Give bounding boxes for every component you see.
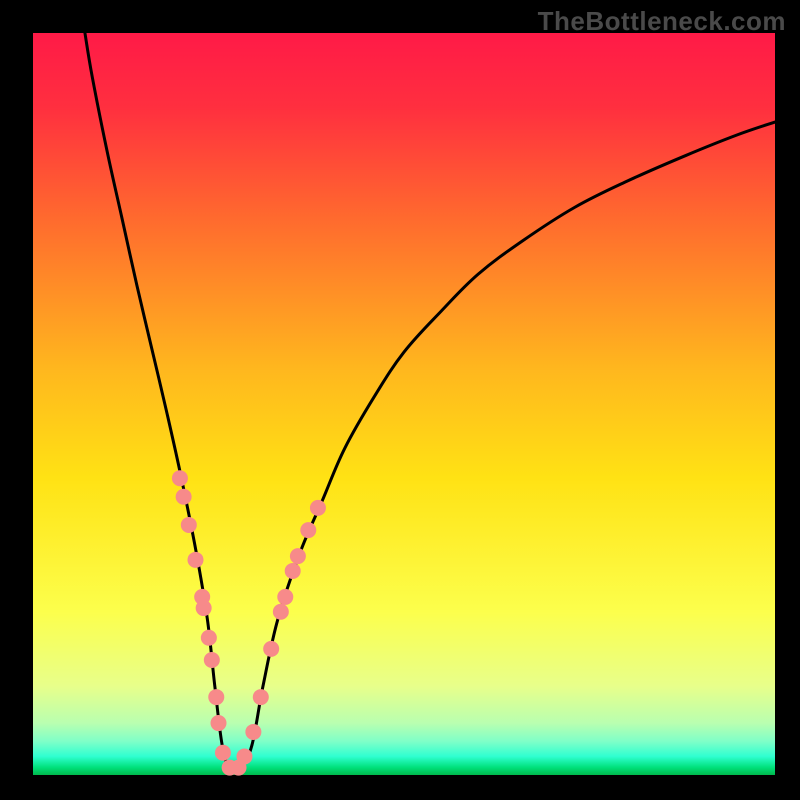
marker-dot bbox=[277, 589, 293, 605]
plot-background bbox=[33, 33, 775, 775]
marker-dot bbox=[310, 500, 326, 516]
marker-dot bbox=[253, 689, 269, 705]
marker-dot bbox=[263, 641, 279, 657]
marker-dot bbox=[208, 689, 224, 705]
marker-dot bbox=[201, 630, 217, 646]
marker-dot bbox=[204, 652, 220, 668]
marker-dot bbox=[188, 552, 204, 568]
marker-dot bbox=[236, 748, 252, 764]
marker-dot bbox=[196, 600, 212, 616]
marker-dot bbox=[290, 548, 306, 564]
marker-dot bbox=[211, 715, 227, 731]
marker-dot bbox=[273, 604, 289, 620]
chart-svg bbox=[0, 0, 800, 800]
marker-dot bbox=[215, 745, 231, 761]
marker-dot bbox=[245, 724, 261, 740]
marker-dot bbox=[172, 470, 188, 486]
marker-dot bbox=[300, 522, 316, 538]
marker-dot bbox=[285, 563, 301, 579]
marker-dot bbox=[181, 517, 197, 533]
chart-container: TheBottleneck.com bbox=[0, 0, 800, 800]
marker-dot bbox=[176, 489, 192, 505]
watermark-text: TheBottleneck.com bbox=[538, 6, 786, 37]
